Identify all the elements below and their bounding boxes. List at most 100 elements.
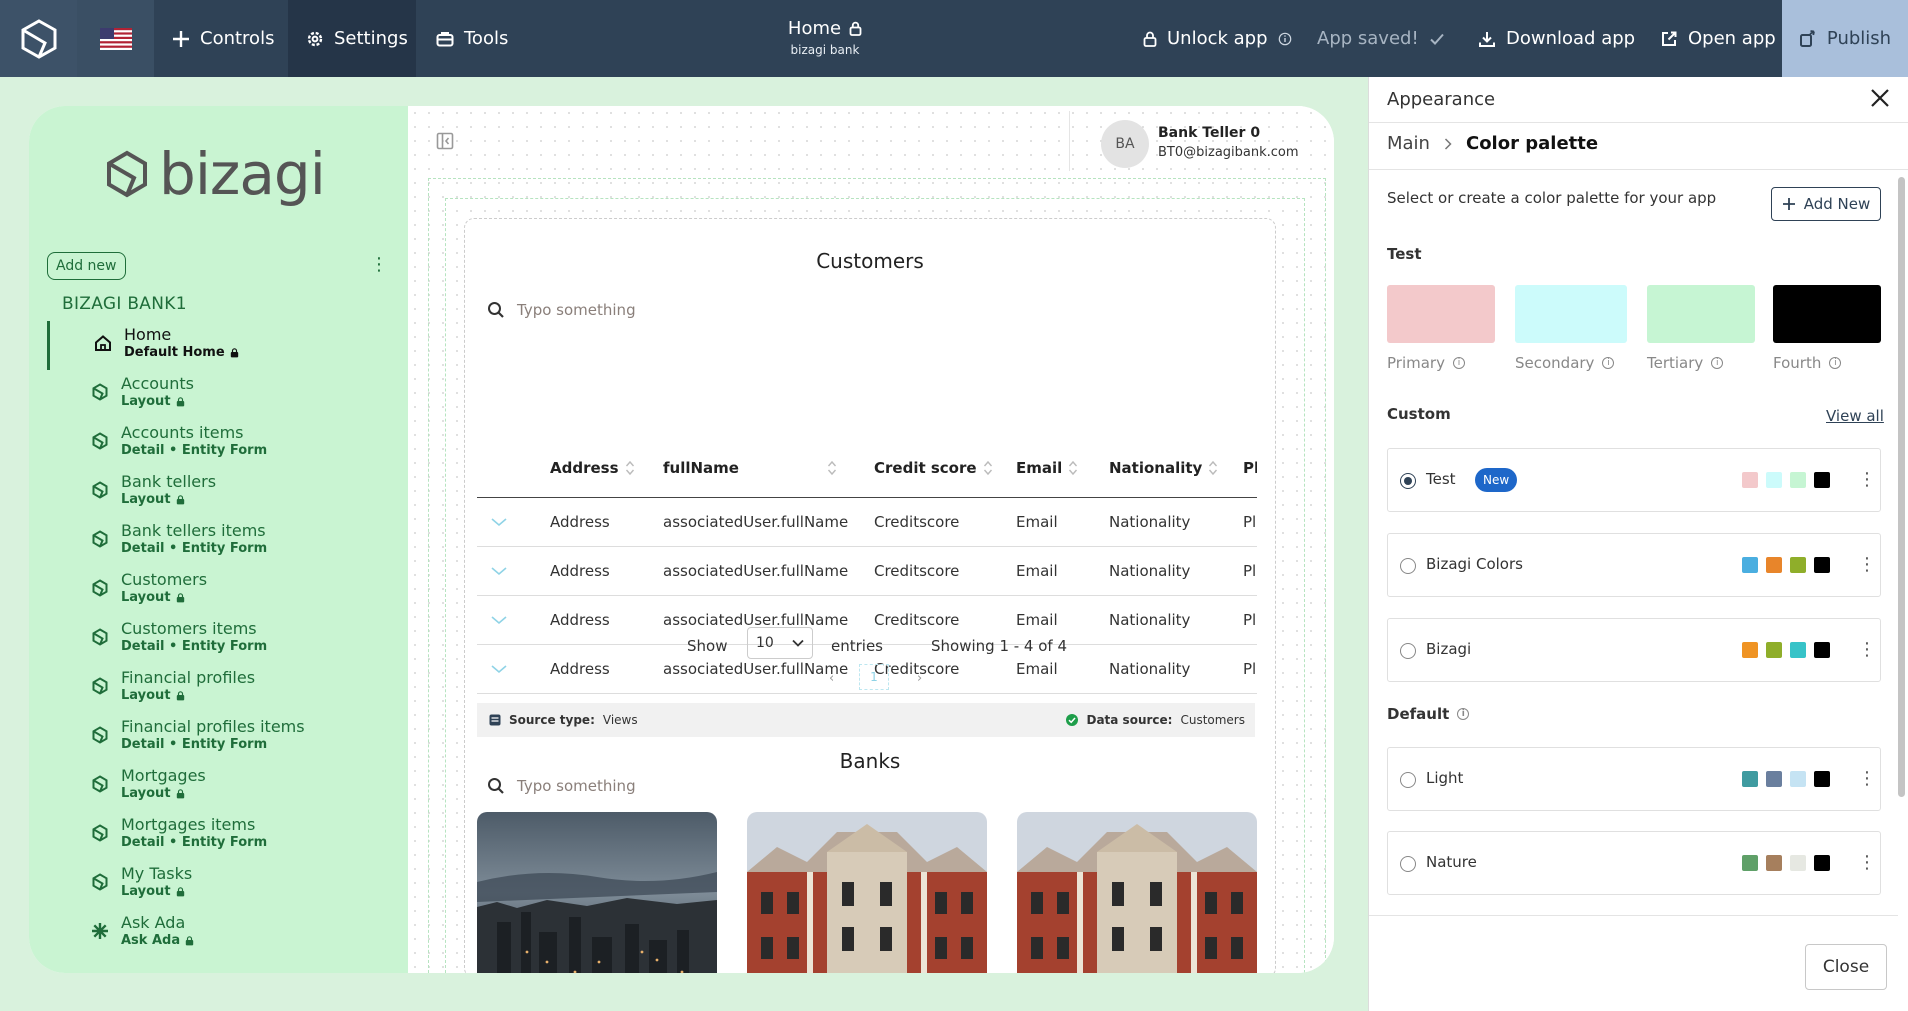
app-logo-icon[interactable] [0, 0, 77, 77]
more-options-icon[interactable]: ⋮ [1858, 852, 1876, 873]
app-group-title: BIZAGI BANK1 [62, 294, 187, 314]
column-header-pl[interactable]: Pl [1243, 439, 1257, 498]
palette-radio[interactable] [1400, 558, 1416, 574]
table-cell: Pl [1243, 497, 1257, 547]
search-icon [488, 302, 504, 318]
fourth-swatch[interactable] [1773, 285, 1881, 343]
sidebar-item-label: Ask Ada [121, 913, 186, 932]
add-new-page-button[interactable]: Add new [47, 252, 126, 280]
palette-card-bizagi[interactable]: Bizagi ⋮ [1387, 618, 1881, 682]
banks-search[interactable]: Typo something [487, 777, 636, 795]
column-header-fullname[interactable]: fullName [663, 439, 874, 498]
table-row[interactable]: Address associatedUser.fullName Creditsc… [477, 497, 1257, 547]
layout-icon [91, 824, 109, 842]
palette-card-bizagi-colors[interactable]: Bizagi Colors ⋮ [1387, 533, 1881, 597]
palette-chips [1742, 855, 1830, 871]
palette-radio[interactable] [1400, 772, 1416, 788]
view-all-link[interactable]: View all [1826, 407, 1884, 425]
avatar[interactable]: BA [1101, 120, 1149, 168]
unlock-app-button[interactable]: Unlock app [1143, 0, 1292, 77]
close-icon[interactable] [1869, 87, 1891, 113]
open-app-button[interactable]: Open app [1660, 0, 1776, 77]
sidebar-item-financial-profiles-items[interactable]: Financial profiles items Detail • Entity… [47, 713, 387, 762]
prev-page-icon[interactable]: ‹ [829, 671, 834, 686]
sidebar-item-bank-tellers-items[interactable]: Bank tellers items Detail • Entity Form [47, 517, 387, 566]
palette-card-nature[interactable]: Nature ⋮ [1387, 831, 1881, 895]
sidebar-item-home[interactable]: Home Default Home [47, 321, 387, 370]
controls-label: Controls [200, 28, 275, 49]
sidebar-item-sublabel: Detail • Entity Form [121, 541, 268, 556]
sidebar-item-accounts[interactable]: Accounts Layout [47, 370, 387, 419]
sidebar-item-accounts-items[interactable]: Accounts items Detail • Entity Form [47, 419, 387, 468]
column-header-address[interactable]: Address [550, 439, 663, 498]
more-options-icon[interactable]: ⋮ [1858, 768, 1876, 789]
expand-row-icon[interactable] [477, 497, 550, 547]
primary-swatch[interactable] [1387, 285, 1495, 343]
download-app-button[interactable]: Download app [1478, 0, 1635, 77]
more-options-icon[interactable]: ⋮ [1858, 639, 1876, 660]
data-source-value: Customers [1180, 713, 1245, 727]
settings-button[interactable]: Settings [288, 0, 416, 77]
column-header-nationality[interactable]: Nationality [1109, 439, 1243, 498]
sidebar-item-customers[interactable]: Customers Layout [47, 566, 387, 615]
check-circle-icon [1066, 714, 1079, 726]
chevron-right-icon [1444, 137, 1452, 150]
more-options-icon[interactable]: ⋮ [1858, 554, 1876, 575]
sidebar-more-icon[interactable]: ⋮ [370, 254, 388, 275]
table-cell: Creditscore [874, 497, 1016, 547]
palette-radio[interactable] [1400, 473, 1416, 489]
breadcrumb-main[interactable]: Main [1387, 133, 1430, 154]
palette-radio[interactable] [1400, 643, 1416, 659]
panel-scrollbar[interactable] [1898, 177, 1905, 797]
sidebar-item-mortgages[interactable]: Mortgages Layout [47, 762, 387, 811]
palette-chips [1742, 557, 1830, 573]
lock-icon [176, 886, 184, 896]
test-section-title: Test [1387, 245, 1422, 263]
expand-row-icon[interactable] [477, 644, 550, 694]
palette-name: Test [1426, 470, 1456, 488]
sidebar-item-bank-tellers[interactable]: Bank tellers Layout [47, 468, 387, 517]
column-header-credit-score[interactable]: Credit score [874, 439, 1016, 498]
sidebar-item-customers-items[interactable]: Customers items Detail • Entity Form [47, 615, 387, 664]
expand-row-icon[interactable] [477, 595, 550, 645]
sidebar-item-my-tasks[interactable]: My Tasks Layout [47, 860, 387, 909]
table-row[interactable]: Address associatedUser.fullName Creditsc… [477, 546, 1257, 596]
controls-button[interactable]: Controls [154, 0, 288, 77]
tertiary-swatch[interactable] [1647, 285, 1755, 343]
panel-title: Appearance [1387, 89, 1496, 110]
palace-building-image [1017, 812, 1257, 973]
search-input[interactable]: Typo something [517, 777, 636, 795]
table-cell: Pl [1243, 546, 1257, 596]
page-number-button[interactable]: 1 [859, 664, 889, 690]
palette-radio[interactable] [1400, 856, 1416, 872]
page-size-select[interactable]: 10 [747, 627, 813, 659]
app-saved-label: App saved! [1317, 28, 1419, 49]
secondary-swatch[interactable] [1515, 285, 1627, 343]
column-header-email[interactable]: Email [1016, 439, 1109, 498]
search-input[interactable]: Typo something [517, 301, 636, 319]
expand-row-icon[interactable] [477, 546, 550, 596]
sidebar-item-mortgages-items[interactable]: Mortgages items Detail • Entity Form [47, 811, 387, 860]
palette-card-test[interactable]: Test New ⋮ [1387, 448, 1881, 512]
tools-button[interactable]: Tools [416, 0, 526, 77]
publish-button[interactable]: Publish [1782, 0, 1908, 77]
page-size-value: 10 [756, 635, 774, 651]
sidebar-item-ask-ada[interactable]: Ask Ada Ask Ada [47, 909, 387, 958]
close-button[interactable]: Close [1805, 944, 1887, 990]
customers-search[interactable]: Typo something [487, 301, 636, 319]
language-flag-icon[interactable] [77, 0, 154, 77]
bank-image-card[interactable] [1017, 812, 1257, 973]
custom-section-title: Custom [1387, 405, 1451, 423]
palette-card-light[interactable]: Light ⋮ [1387, 747, 1881, 811]
entries-label: entries [831, 637, 883, 655]
secondary-label: Secondary i [1515, 354, 1615, 372]
next-page-icon[interactable]: › [917, 671, 922, 686]
bank-image-card[interactable] [477, 812, 717, 973]
sidebar-item-financial-profiles[interactable]: Financial profiles Layout [47, 664, 387, 713]
add-new-palette-button[interactable]: Add New [1771, 187, 1881, 221]
collapse-sidebar-icon[interactable] [436, 132, 454, 154]
more-options-icon[interactable]: ⋮ [1858, 469, 1876, 490]
bank-image-card[interactable] [747, 812, 987, 973]
city-skyline-image [477, 812, 717, 973]
panel-header: Appearance [1369, 77, 1908, 123]
